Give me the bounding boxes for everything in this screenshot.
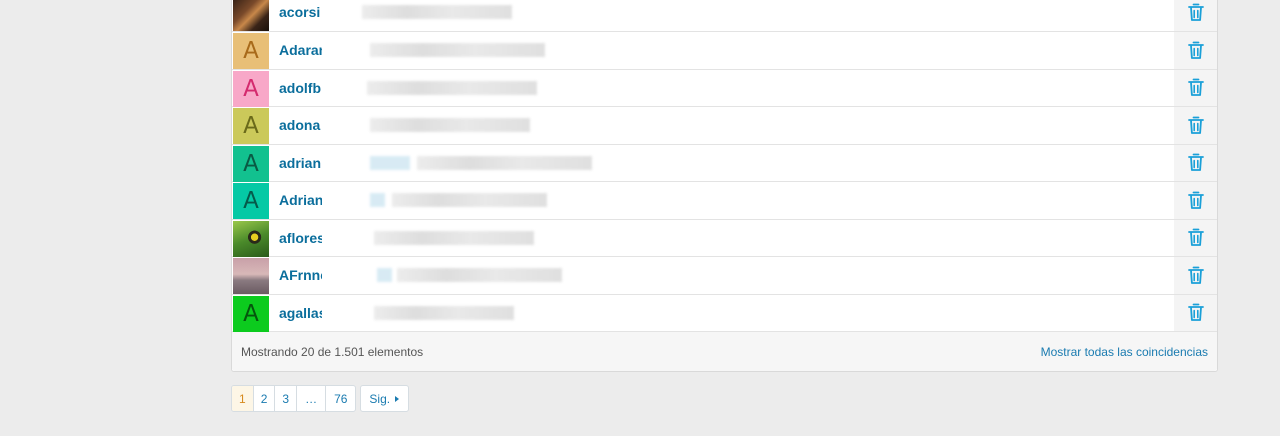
avatar-photo [233,220,269,257]
user-avatar[interactable]: A [233,70,269,107]
user-avatar[interactable] [233,220,269,257]
trash-icon [1187,228,1204,247]
redacted-text [370,43,545,57]
trash-icon [1187,191,1204,210]
username-link[interactable]: Adaran [279,42,327,58]
redacted-text [362,5,512,19]
user-row: A Adrian [232,182,1217,220]
redacted-text [374,230,534,245]
redacted-text [374,305,514,320]
page-button[interactable]: 76 [325,386,355,411]
list-footer: Mostrando 20 de 1.501 elementos Mostrar … [232,332,1217,371]
user-row: AFrnne [232,257,1217,295]
username-link[interactable]: adrian [279,155,321,171]
username-link[interactable]: adona [279,117,320,133]
redacted-text [392,193,547,207]
user-row: A Adaran [232,32,1217,70]
user-avatar[interactable]: A [233,145,269,182]
trash-icon [1187,266,1204,285]
page-button[interactable]: 1 [232,386,253,411]
pagination: 1 2 3… 76 Sig. [231,385,410,412]
results-count: Mostrando 20 de 1.501 elementos [241,345,424,359]
page-button[interactable]: 3 [274,386,296,411]
user-row: aflores [232,219,1217,257]
username-link[interactable]: Adrian [279,192,323,208]
delete-user-button[interactable] [1174,182,1217,219]
delete-user-button[interactable] [1174,144,1217,181]
user-avatar[interactable]: A [233,33,269,69]
delete-user-button[interactable] [1174,69,1217,106]
page-button[interactable]: 2 [252,386,275,411]
username-link[interactable]: acorsi [279,4,320,20]
redacted-details [322,73,548,102]
redacted-details [322,261,562,289]
show-all-matches-link[interactable]: Mostrar todas las coincidencias [1041,345,1208,359]
avatar-photo [233,258,269,294]
username-link[interactable]: adolfb [279,80,321,96]
trash-icon [1187,78,1204,97]
delete-user-button[interactable] [1174,32,1217,69]
redacted-details [322,298,548,327]
username-link[interactable]: aflores [279,230,325,246]
avatar-letter: A [243,188,259,214]
page-list: 1 2 3… 76 [231,385,357,412]
redacted-text [370,155,410,170]
redacted-details [322,148,592,177]
avatar-letter: A [243,150,259,177]
redacted-details [322,111,548,139]
user-avatar[interactable]: A [233,295,269,332]
trash-icon [1187,3,1204,22]
caret-right-icon [395,395,400,402]
username-link[interactable]: AFrnne [279,267,328,283]
delete-user-button[interactable] [1174,0,1217,31]
avatar-photo [233,0,269,31]
avatar-letter: A [243,113,259,139]
redacted-details [322,186,548,214]
redacted-text [370,118,530,132]
redacted-details [322,36,548,64]
user-row: Aadona [232,107,1217,145]
trash-icon [1187,41,1204,60]
delete-user-button[interactable] [1174,257,1217,294]
redacted-text [377,268,392,282]
redacted-text [367,80,537,95]
trash-icon [1187,303,1204,322]
delete-user-button[interactable] [1174,219,1217,256]
user-avatar[interactable]: A [233,183,269,219]
user-row: Aadolfb [232,69,1217,107]
delete-user-button[interactable] [1174,294,1217,331]
user-avatar[interactable] [233,0,269,31]
page-ellipsis: … [296,386,325,411]
next-page-label: Sig. [369,391,391,406]
avatar-letter: A [243,300,259,327]
redacted-text [370,193,385,207]
user-list: acorsi A Adaran Aadolfb Aadona Aadrian A Adrian… [232,0,1217,332]
avatar-letter: A [243,75,259,102]
avatar-letter: A [243,38,259,64]
user-row: Aagallas [232,294,1217,332]
redacted-details [322,0,548,26]
next-page-button[interactable]: Sig. [360,385,410,412]
username-link[interactable]: agallas [279,305,326,321]
trash-icon [1187,116,1204,135]
user-list-panel: acorsi A Adaran Aadolfb Aadona Aadrian A Adrian… [231,0,1218,372]
delete-user-button[interactable] [1174,107,1217,144]
user-row: acorsi [232,0,1217,32]
redacted-text [397,268,562,282]
redacted-text [417,155,592,170]
redacted-details [322,223,548,252]
user-avatar[interactable] [233,258,269,294]
user-avatar[interactable]: A [233,108,269,144]
user-row: Aadrian [232,144,1217,182]
trash-icon [1187,153,1204,172]
